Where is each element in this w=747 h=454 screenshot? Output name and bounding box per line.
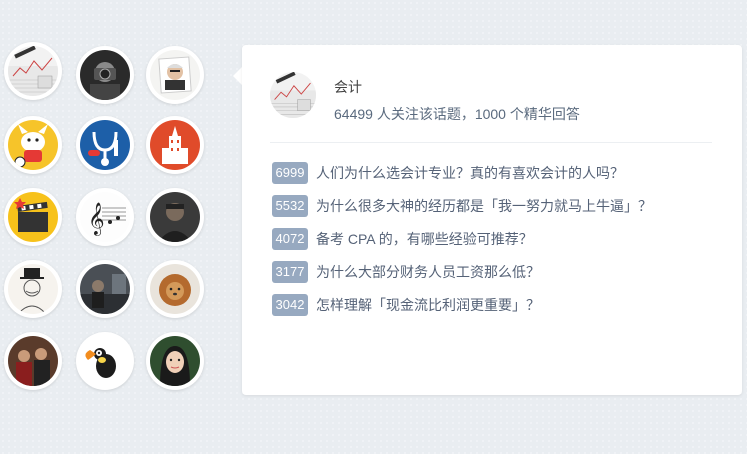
topic-film-clapper-avatar[interactable] [4, 188, 62, 246]
woman-image [150, 336, 200, 386]
topic-music-avatar[interactable]: 𝄞 [76, 188, 134, 246]
topic-person-dark-avatar[interactable] [146, 188, 204, 246]
topic-photographer-avatar[interactable] [76, 46, 134, 104]
topic-title[interactable]: 会计 [334, 77, 362, 97]
answer-count-badge: 6999 [272, 162, 308, 184]
film-clapper-image [8, 192, 58, 242]
topic-lion-avatar[interactable] [146, 260, 204, 318]
topic-investor-avatar[interactable] [146, 46, 204, 104]
divider [270, 142, 712, 143]
music-image: 𝄞 [80, 192, 130, 242]
topic-card-avatar[interactable] [270, 72, 316, 118]
accounting-image [8, 46, 58, 96]
answer-count-badge: 4072 [272, 228, 308, 250]
street-photo-image [80, 264, 130, 314]
topic-toucan-avatar[interactable] [76, 332, 134, 390]
cartoon-dog-image [8, 120, 58, 170]
toucan-image [80, 336, 130, 386]
question-item[interactable]: 4072 备考 CPA 的，有哪些经验可推荐？ [272, 228, 722, 250]
question-link[interactable]: 人们为什么选会计专业？真的有喜欢会计的人吗？ [316, 163, 624, 183]
question-link[interactable]: 为什么很多大神的经历都是「我一努力就马上牛逼」？ [316, 196, 652, 216]
question-item[interactable]: 5532 为什么很多大神的经历都是「我一努力就马上牛逼」？ [272, 195, 722, 217]
answer-count-badge: 5532 [272, 195, 308, 217]
person-dark-image [150, 192, 200, 242]
topic-accounting-avatar[interactable] [4, 42, 62, 100]
medicine-image [80, 120, 130, 170]
topic-group-photo-avatar[interactable] [4, 332, 62, 390]
topic-stats: 64499 人关注该话题，1000 个精华回答 [334, 106, 580, 122]
question-item[interactable]: 3042 怎样理解「现金流比利润更重要」？ [272, 294, 722, 316]
building-image [150, 120, 200, 170]
topic-street-photo-avatar[interactable] [76, 260, 134, 318]
topic-sketch-avatar[interactable] [4, 260, 62, 318]
investor-image [150, 50, 200, 100]
topic-building-avatar[interactable] [146, 116, 204, 174]
question-link[interactable]: 怎样理解「现金流比利润更重要」？ [316, 295, 540, 315]
lion-image [150, 264, 200, 314]
group-photo-image [8, 336, 58, 386]
answer-count-badge: 3042 [272, 294, 308, 316]
photographer-image [80, 50, 130, 100]
svg-text:𝄞: 𝄞 [88, 202, 105, 236]
topic-card: 会计 64499 人关注该话题，1000 个精华回答 6999 人们为什么选会计… [242, 45, 742, 395]
question-item[interactable]: 6999 人们为什么选会计专业？真的有喜欢会计的人吗？ [272, 162, 722, 184]
question-list: 6999 人们为什么选会计专业？真的有喜欢会计的人吗？ 5532 为什么很多大神… [272, 162, 722, 327]
topic-medicine-avatar[interactable] [76, 116, 134, 174]
sketch-image [8, 264, 58, 314]
answer-count-badge: 3177 [272, 261, 308, 283]
topic-woman-avatar[interactable] [146, 332, 204, 390]
topic-cartoon-dog-avatar[interactable] [4, 116, 62, 174]
question-item[interactable]: 3177 为什么大部分财务人员工资那么低？ [272, 261, 722, 283]
question-link[interactable]: 备考 CPA 的，有哪些经验可推荐？ [316, 229, 533, 249]
question-link[interactable]: 为什么大部分财务人员工资那么低？ [316, 262, 540, 282]
topic-avatar-grid: 𝄞 [0, 42, 215, 390]
